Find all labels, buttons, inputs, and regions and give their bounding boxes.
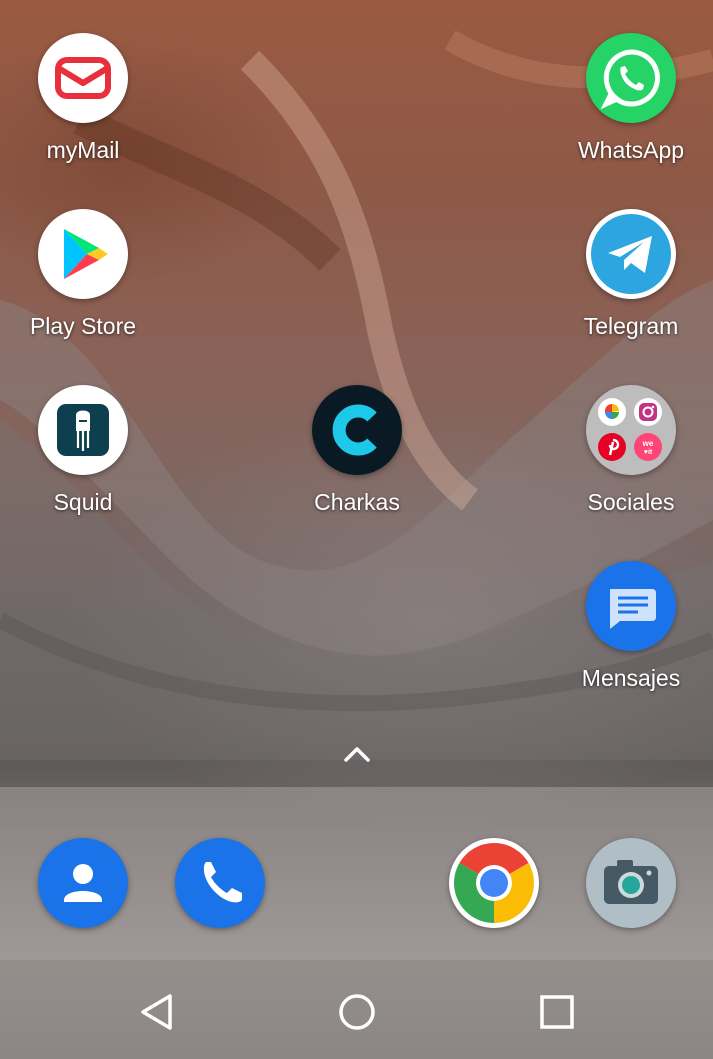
telegram-paper-plane-icon — [586, 209, 676, 299]
squid-icon — [38, 385, 128, 475]
app-label: Squid — [53, 489, 113, 515]
app-label: myMail — [46, 137, 120, 163]
dock-app-contacts[interactable] — [8, 838, 158, 928]
app-whatsapp[interactable]: WhatsApp — [556, 33, 706, 164]
svg-text:we: we — [642, 439, 654, 448]
phone-icon — [175, 838, 265, 928]
app-telegram[interactable]: Telegram — [556, 209, 706, 340]
app-label: Play Store — [29, 313, 137, 339]
weheartit-icon: we ♥it — [634, 433, 662, 461]
svg-text:♥it: ♥it — [644, 449, 653, 456]
google-photos-icon — [598, 398, 626, 426]
dock-app-phone[interactable] — [145, 838, 295, 928]
contacts-icon — [38, 838, 128, 928]
back-triangle-icon[interactable] — [136, 990, 180, 1034]
app-label: Charkas — [314, 489, 400, 515]
app-mymail[interactable]: myMail — [8, 33, 158, 164]
dock-app-chrome[interactable] — [419, 838, 569, 928]
charkas-c-icon — [312, 385, 402, 475]
recents-square-icon[interactable] — [534, 990, 578, 1034]
app-label: Mensajes — [581, 665, 681, 691]
play-store-triangle-icon — [38, 209, 128, 299]
app-label: Sociales — [587, 489, 675, 515]
folder-icon: we ♥it — [586, 385, 676, 475]
app-label: WhatsApp — [577, 137, 685, 163]
folder-sociales[interactable]: we ♥it Sociales — [556, 385, 706, 516]
whatsapp-phone-bubble-icon — [586, 33, 676, 123]
app-squid[interactable]: Squid — [8, 385, 158, 516]
camera-icon — [586, 838, 676, 928]
app-label: Telegram — [583, 313, 679, 339]
home-circle-icon[interactable] — [335, 990, 379, 1034]
message-bubble-icon — [586, 561, 676, 651]
chrome-icon — [449, 838, 539, 928]
mymail-envelope-icon — [38, 33, 128, 123]
chevron-up-icon[interactable] — [343, 744, 371, 764]
app-charkas[interactable]: Charkas — [282, 385, 432, 516]
instagram-icon — [634, 398, 662, 426]
app-play-store[interactable]: Play Store — [8, 209, 158, 340]
dock-app-camera[interactable] — [556, 838, 706, 928]
app-mensajes[interactable]: Mensajes — [556, 561, 706, 692]
pinterest-icon — [598, 433, 626, 461]
